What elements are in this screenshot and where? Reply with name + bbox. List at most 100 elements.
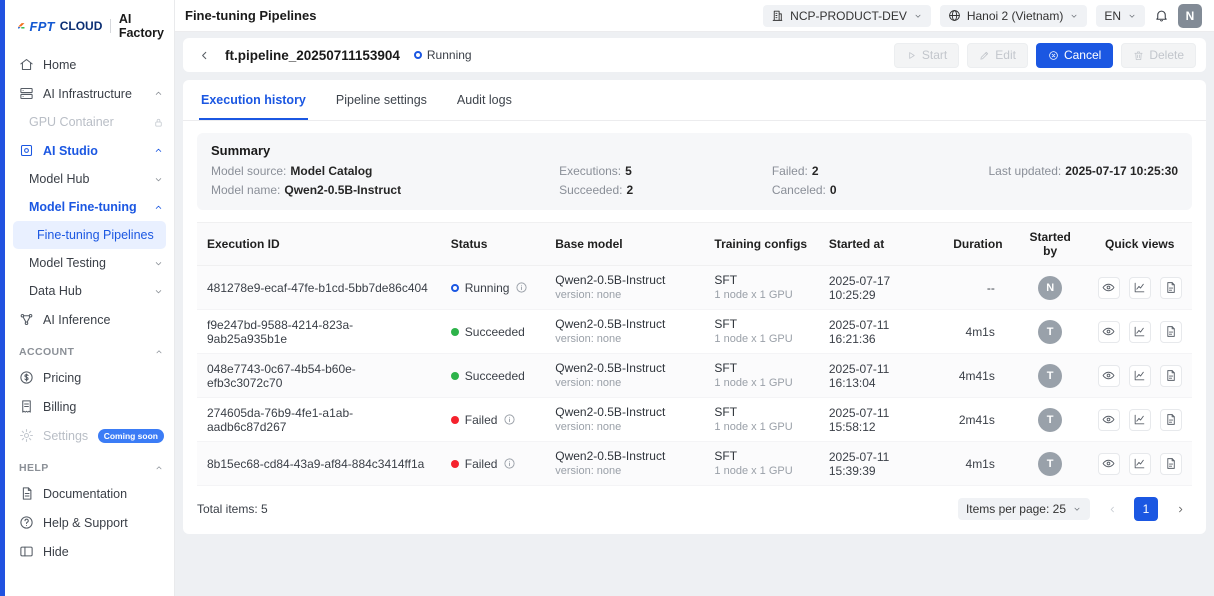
training-type: SFT [714, 317, 808, 332]
sidebar-item-ai-infrastructure[interactable]: AI Infrastructure [5, 79, 174, 108]
sidebar-item-model-hub[interactable]: Model Hub [5, 165, 174, 193]
logs-button[interactable] [1160, 365, 1182, 387]
logs-button[interactable] [1160, 277, 1182, 299]
lock-icon [153, 117, 164, 128]
sidebar-item-model-fine-tuning[interactable]: Model Fine-tuning [5, 193, 174, 221]
summary-model-name: Model name:Qwen2-0.5B-Instruct [211, 183, 559, 198]
edit-button[interactable]: Edit [967, 43, 1028, 68]
sidebar-item-documentation[interactable]: Documentation [5, 479, 174, 508]
sidebar-item-model-testing[interactable]: Model Testing [5, 249, 174, 277]
metrics-button[interactable] [1129, 453, 1151, 475]
back-button[interactable] [193, 44, 215, 66]
summary-failed: Failed:2 [772, 164, 965, 179]
sidebar-item-billing[interactable]: Billing [5, 392, 174, 421]
sidebar-item-label: Model Hub [29, 172, 144, 186]
sidebar-item-ai-inference[interactable]: AI Inference [5, 305, 174, 334]
info-icon[interactable] [515, 281, 528, 294]
page-title: Fine-tuning Pipelines [185, 8, 316, 23]
metrics-button[interactable] [1129, 409, 1151, 431]
region-selector[interactable]: Hanoi 2 (Vietnam) [940, 5, 1088, 27]
table-row[interactable]: 048e7743-0c67-4b54-b60e-efb3c3072c70 Suc… [197, 354, 1192, 398]
duration: 4m1s [943, 310, 1013, 354]
metrics-button[interactable] [1129, 277, 1151, 299]
training-config: 1 node x 1 GPU [714, 464, 808, 478]
brand-logo[interactable]: FPT CLOUD AI Factory [5, 8, 174, 50]
sidebar-item-hide[interactable]: Hide [5, 537, 174, 566]
summary-last-updated: Last updated:2025-07-17 10:25:30 [965, 164, 1178, 179]
sidebar-item-gpu-container[interactable]: GPU Container [5, 108, 174, 136]
language-selector[interactable]: EN [1096, 5, 1145, 27]
chevron-left-icon [1107, 504, 1118, 515]
metrics-button[interactable] [1129, 365, 1151, 387]
execution-id: 8b15ec68-cd84-43a9-af84-884c3414ff1a [207, 457, 424, 471]
documentation-icon [19, 486, 34, 501]
table-row[interactable]: f9e247bd-9588-4214-823a-9ab25a935b1e Suc… [197, 310, 1192, 354]
model-version: version: none [555, 464, 694, 478]
notifications-button[interactable] [1154, 8, 1169, 23]
cancel-button[interactable]: Cancel [1036, 43, 1113, 68]
chevron-down-icon [1072, 504, 1082, 514]
view-details-button[interactable] [1098, 453, 1120, 475]
col-quick-views: Quick views [1087, 223, 1192, 266]
logs-button[interactable] [1160, 453, 1182, 475]
logs-button[interactable] [1160, 409, 1182, 431]
chevron-up-icon [154, 347, 164, 357]
sidebar-section-help[interactable]: HELP [5, 450, 174, 479]
prev-page-button[interactable] [1100, 497, 1124, 521]
sidebar-item-settings[interactable]: Settings Coming soon [5, 421, 174, 450]
info-icon[interactable] [503, 457, 516, 470]
chart-icon [1133, 281, 1146, 294]
sidebar-item-fine-tuning-pipelines[interactable]: Fine-tuning Pipelines [13, 221, 166, 249]
sidebar-item-home[interactable]: Home [5, 50, 174, 79]
sidebar-item-help-support[interactable]: Help & Support [5, 508, 174, 537]
execution-id: 481278e9-ecaf-47fe-b1cd-5bb7de86c404 [207, 281, 428, 295]
view-details-button[interactable] [1098, 365, 1120, 387]
duration: 4m41s [943, 354, 1013, 398]
tab-execution-history[interactable]: Execution history [199, 80, 308, 120]
chart-icon [1133, 369, 1146, 382]
training-type: SFT [714, 361, 808, 376]
user-avatar[interactable]: N [1178, 4, 1202, 28]
table-row[interactable]: 8b15ec68-cd84-43a9-af84-884c3414ff1a Fai… [197, 442, 1192, 486]
app-window: FPT CLOUD AI Factory Home AI Infrastruct… [0, 0, 1214, 596]
chart-icon [1133, 325, 1146, 338]
eye-icon [1102, 325, 1115, 338]
project-selector[interactable]: NCP-PRODUCT-DEV [763, 5, 931, 27]
delete-button[interactable]: Delete [1121, 43, 1196, 68]
sidebar-item-pricing[interactable]: Pricing [5, 363, 174, 392]
sidebar-item-label: GPU Container [29, 115, 144, 129]
metrics-button[interactable] [1129, 321, 1151, 343]
sidebar-item-ai-studio[interactable]: AI Studio [5, 136, 174, 165]
training-type: SFT [714, 405, 808, 420]
infrastructure-icon [19, 86, 34, 101]
pipeline-header: ft.pipeline_20250711153904 Running Start… [183, 38, 1206, 72]
tab-pipeline-settings[interactable]: Pipeline settings [334, 80, 429, 120]
play-icon [906, 50, 917, 61]
sidebar-item-data-hub[interactable]: Data Hub [5, 277, 174, 305]
tab-audit-logs[interactable]: Audit logs [455, 80, 514, 120]
sidebar-section-account[interactable]: ACCOUNT [5, 334, 174, 363]
table-row[interactable]: 481278e9-ecaf-47fe-b1cd-5bb7de86c404 Run… [197, 266, 1192, 310]
page-number[interactable]: 1 [1134, 497, 1158, 521]
executions-table-wrap: Execution ID Status Base model Training … [183, 222, 1206, 486]
status-failed-icon [451, 416, 459, 424]
start-button[interactable]: Start [894, 43, 959, 68]
sidebar-item-label: Settings [43, 429, 89, 443]
home-icon [19, 57, 34, 72]
view-details-button[interactable] [1098, 409, 1120, 431]
started-at: 2025-07-11 16:13:04 [819, 354, 943, 398]
logs-button[interactable] [1160, 321, 1182, 343]
duration: 4m1s [943, 442, 1013, 486]
summary-canceled: Canceled:0 [772, 183, 965, 198]
gear-icon [19, 428, 34, 443]
pipeline-status-label: Running [427, 48, 472, 62]
items-per-page-selector[interactable]: Items per page: 25 [958, 498, 1090, 520]
view-details-button[interactable] [1098, 277, 1120, 299]
table-row[interactable]: 274605da-76b9-4fe1-a1ab-aadb6c87d267 Fai… [197, 398, 1192, 442]
view-details-button[interactable] [1098, 321, 1120, 343]
chevron-down-icon [153, 258, 164, 269]
chevron-down-icon [1069, 11, 1079, 21]
info-icon[interactable] [503, 413, 516, 426]
next-page-button[interactable] [1168, 497, 1192, 521]
summary-executions: Executions:5 [559, 164, 772, 179]
